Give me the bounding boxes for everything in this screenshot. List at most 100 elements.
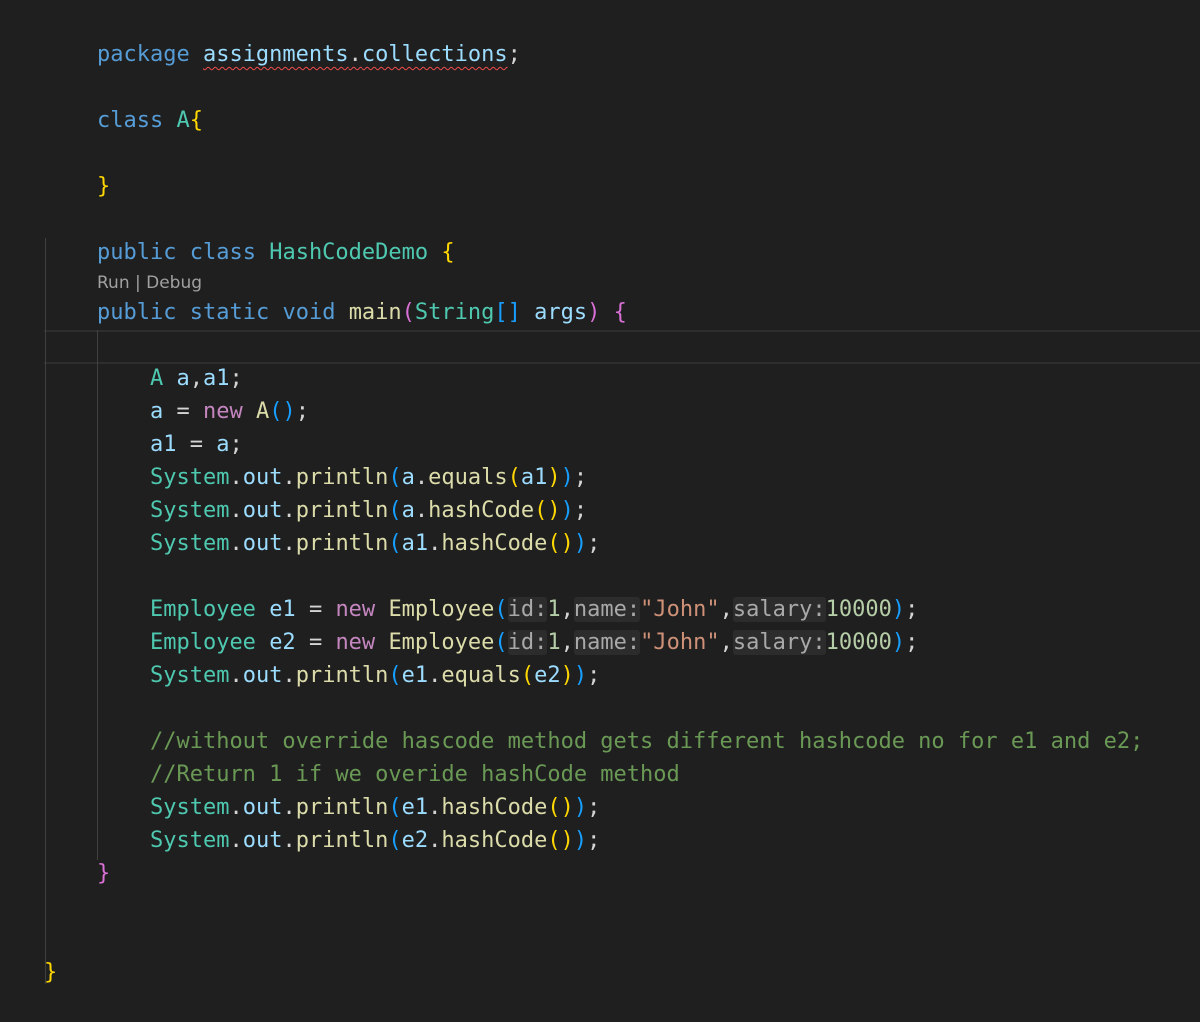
token: ;: [507, 42, 521, 67]
token: .: [348, 42, 362, 67]
code-line-18[interactable]: System.out.println(e2.hashCode());: [44, 824, 600, 858]
token: ,: [719, 597, 733, 622]
token: ;: [587, 531, 601, 556]
token: e2: [269, 630, 296, 655]
code-line-17[interactable]: System.out.println(e1.hashCode());: [44, 791, 600, 825]
token: {: [189, 108, 203, 133]
code-line-3[interactable]: }: [44, 136, 110, 199]
token: hashCode: [441, 828, 548, 853]
token: a: [401, 498, 415, 523]
token: HashCodeDemo: [269, 240, 429, 265]
code-line-13[interactable]: Employee e2 = new Employee(id:1,name:"Jo…: [44, 626, 918, 660]
token: (): [547, 828, 574, 853]
token: out: [242, 828, 283, 853]
token: ;: [229, 366, 243, 391]
token: .: [229, 531, 243, 556]
token: assignments: [202, 42, 349, 67]
code-line-9[interactable]: System.out.println(a.equals(a1));: [44, 461, 587, 495]
token: ): [560, 498, 574, 523]
token: (: [401, 300, 415, 325]
token: (): [269, 399, 296, 424]
code-line-1[interactable]: package assignments.collections;: [44, 4, 521, 67]
code-line-14[interactable]: System.out.println(e1.equals(e2));: [44, 659, 600, 693]
token: .: [414, 465, 429, 490]
token: .: [229, 498, 243, 523]
code-line-2[interactable]: class A{: [44, 70, 203, 133]
token: }: [96, 861, 111, 886]
token: "John": [640, 630, 720, 655]
token: hashCode: [441, 531, 548, 556]
code-line-12[interactable]: Employee e1 = new Employee(id:1,name:"Jo…: [44, 593, 918, 627]
token: (): [547, 531, 574, 556]
code-line-10[interactable]: System.out.println(a.hashCode());: [44, 494, 587, 528]
token: new: [335, 597, 376, 622]
token: ;: [905, 630, 919, 655]
code-line-19[interactable]: }: [44, 857, 110, 891]
token: package: [96, 42, 190, 67]
parameter-hint: id:: [507, 597, 548, 622]
token: ,: [719, 630, 733, 655]
code-line-20[interactable]: }: [44, 956, 57, 990]
token: a1: [149, 432, 177, 457]
codelens-run-debug[interactable]: Run | Debug: [97, 272, 202, 294]
token: (: [520, 663, 535, 688]
token: public: [96, 300, 177, 325]
token: out: [242, 498, 283, 523]
code-line-16[interactable]: //Return 1 if we overide hashCode method: [44, 758, 680, 792]
code-line-4[interactable]: public class HashCodeDemo {: [44, 202, 455, 265]
token: class: [189, 240, 256, 265]
current-line-highlight: [44, 330, 1200, 364]
token: hashCode: [428, 498, 535, 523]
token: ): [891, 630, 906, 655]
parameter-hint: salary:: [732, 597, 826, 622]
token: .: [282, 795, 296, 820]
code-line-7[interactable]: a = new A();: [44, 395, 309, 429]
parameter-hint: id:: [507, 630, 548, 655]
token: a1: [401, 531, 429, 556]
parameter-hint: name:: [573, 597, 641, 622]
token: A: [149, 366, 164, 391]
token: ;: [587, 828, 601, 853]
code-line-5[interactable]: public static void main(String[] args) {: [44, 296, 627, 330]
token: System: [149, 465, 230, 490]
token: (: [388, 663, 402, 688]
token: .: [282, 828, 296, 853]
token: println: [295, 663, 389, 688]
token: .: [428, 531, 442, 556]
token: []: [494, 300, 521, 325]
token: ): [573, 531, 588, 556]
code-editor[interactable]: package assignments.collections; class A…: [0, 0, 1200, 1022]
token: new: [202, 399, 243, 424]
code-line-8[interactable]: a1 = a;: [44, 428, 243, 462]
token: (): [547, 795, 574, 820]
token: .: [282, 465, 296, 490]
code-line-15[interactable]: //without override hascode method gets d…: [44, 725, 1143, 759]
token: }: [96, 174, 111, 199]
code-line-6[interactable]: A a,a1;: [44, 362, 243, 396]
token: 10000: [825, 630, 892, 655]
token: System: [149, 795, 230, 820]
token: ;: [587, 795, 601, 820]
token: (: [388, 828, 402, 853]
token: (): [534, 498, 561, 523]
package-name-error[interactable]: assignments.collections: [203, 42, 508, 67]
token: .: [414, 498, 429, 523]
token: .: [282, 663, 296, 688]
token: Employee: [388, 597, 495, 622]
token: (: [388, 795, 402, 820]
parameter-hint: salary:: [732, 630, 826, 655]
token: ;: [587, 663, 601, 688]
token: (: [388, 465, 402, 490]
token: System: [149, 663, 230, 688]
token: ;: [905, 597, 919, 622]
token: (: [494, 597, 508, 622]
token: .: [428, 663, 442, 688]
token: void: [282, 300, 336, 325]
token: .: [229, 465, 243, 490]
comment: //without override hascode method gets d…: [149, 729, 1144, 754]
token: "John": [640, 597, 720, 622]
token: main: [348, 300, 402, 325]
token: .: [428, 828, 442, 853]
code-line-11[interactable]: System.out.println(a1.hashCode());: [44, 527, 600, 561]
token: equals: [441, 663, 521, 688]
